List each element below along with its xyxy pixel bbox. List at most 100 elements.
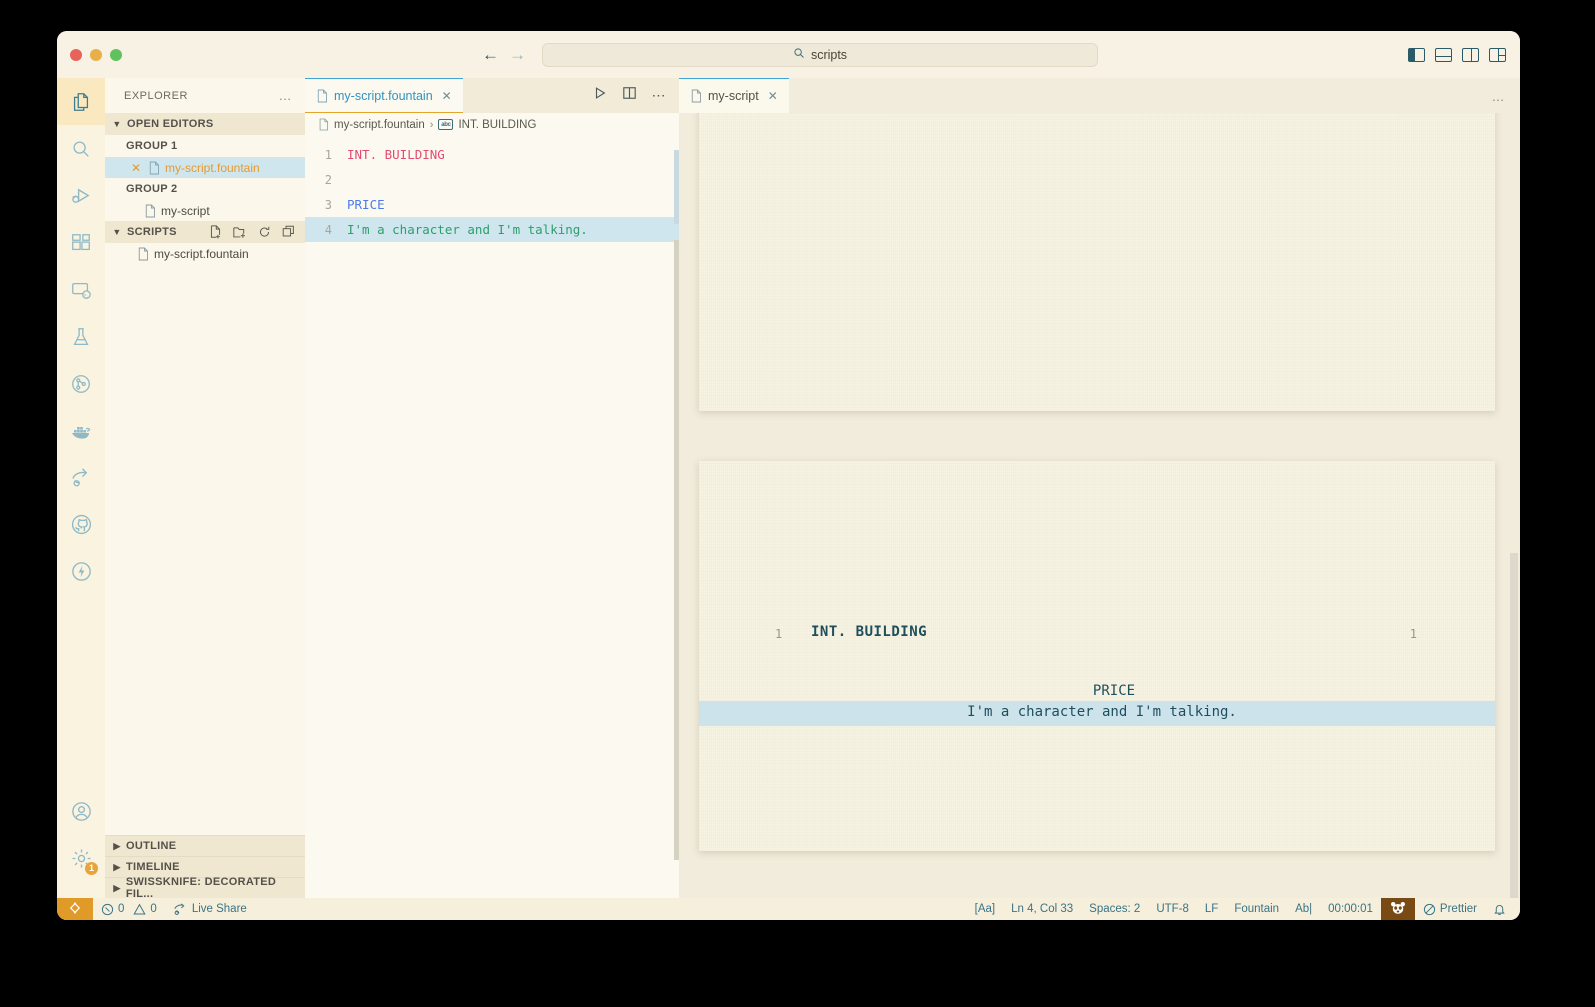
lightning-icon — [70, 560, 93, 583]
section-swissknife[interactable]: ▶ SWISSKNIFE: DECORATED FIL... — [105, 876, 305, 900]
tab-my-script-preview[interactable]: my-script ✕ — [679, 78, 789, 113]
status-notifications[interactable] — [1485, 898, 1514, 920]
chevron-right-icon: ▶ — [113, 861, 121, 872]
traffic-lights — [70, 48, 122, 61]
docker-icon — [69, 419, 93, 443]
preview-tabs: my-script ✕ … — [679, 78, 1520, 113]
status-screencast[interactable]: [Aa] — [967, 898, 1003, 920]
activity-search[interactable] — [57, 125, 105, 172]
section-swissknife-label: SWISSKNIFE: DECORATED FIL... — [125, 876, 277, 900]
editor-group-1: my-script.fountain ✕ ⋯ my-script.fountai… — [305, 78, 679, 898]
status-language-mode[interactable]: Fountain — [1226, 898, 1287, 920]
open-editor-my-script[interactable]: my-script — [105, 200, 305, 221]
refresh-icon[interactable] — [258, 225, 271, 239]
toggle-panel-icon[interactable] — [1435, 47, 1452, 62]
sidebar-more-actions-icon[interactable]: … — [279, 88, 294, 103]
status-prettier[interactable]: Prettier — [1415, 898, 1485, 920]
breadcrumb-symbol[interactable]: INT. BUILDING — [458, 119, 536, 131]
open-editor-label: my-script.fountain — [165, 160, 260, 175]
preview-more-actions-icon[interactable]: … — [1492, 89, 1507, 104]
status-eol[interactable]: LF — [1197, 898, 1226, 920]
maximize-window-button[interactable] — [110, 48, 122, 61]
script-page-current: 1 INT. BUILDING 1 PRICE I'm a character … — [699, 461, 1495, 851]
section-open-editors-label: OPEN EDITORS — [127, 118, 214, 130]
panda-icon — [1390, 901, 1406, 918]
status-indentation[interactable]: Spaces: 2 — [1081, 898, 1148, 920]
more-actions-icon[interactable]: ⋯ — [652, 87, 668, 104]
activity-bar: >_ 1 — [57, 78, 105, 898]
section-outline[interactable]: ▶ OUTLINE — [105, 835, 305, 856]
split-editor-icon[interactable] — [622, 86, 637, 105]
close-icon[interactable]: ✕ — [131, 161, 143, 175]
run-icon[interactable] — [593, 86, 607, 105]
section-scripts[interactable]: ▼ SCRIPTS — [105, 221, 305, 243]
circle-slash-icon — [1423, 903, 1436, 916]
activity-accounts[interactable] — [57, 788, 105, 835]
chevron-down-icon: ▼ — [112, 119, 122, 129]
activity-github[interactable] — [57, 501, 105, 548]
dialogue-line: I'm a character and I'm talking. — [967, 704, 1237, 720]
activity-thunder-client[interactable] — [57, 548, 105, 595]
tab-my-script-fountain[interactable]: my-script.fountain ✕ — [305, 78, 463, 113]
open-editor-my-script-fountain[interactable]: ✕ my-script.fountain — [105, 157, 305, 178]
status-live-share[interactable]: Live Share — [165, 898, 255, 920]
search-icon — [793, 47, 805, 62]
activity-settings[interactable]: 1 — [57, 835, 105, 882]
warning-count: 0 — [150, 903, 157, 915]
command-center-search[interactable]: scripts — [542, 42, 1098, 67]
minimize-window-button[interactable] — [90, 48, 102, 61]
status-timer[interactable]: 00:00:01 — [1320, 898, 1381, 920]
section-open-editors[interactable]: ▼ OPEN EDITORS — [105, 113, 305, 135]
activity-live-share[interactable] — [57, 454, 105, 501]
code-line: 3 PRICE — [305, 192, 679, 217]
file-icon — [137, 247, 149, 261]
status-word-wrap[interactable]: Ab| — [1287, 898, 1320, 920]
status-problems[interactable]: 0 0 — [93, 898, 165, 920]
file-icon — [316, 89, 328, 103]
back-arrow-icon[interactable]: ← — [482, 46, 499, 63]
close-window-button[interactable] — [70, 48, 82, 61]
file-icon — [690, 89, 702, 103]
editor-group-2-preview: my-script ✕ … 1 INT. BUILDING 1 PRICE I'… — [679, 78, 1520, 898]
line-number: 2 — [324, 172, 332, 187]
scripts-file-label: my-script.fountain — [154, 246, 249, 261]
activity-source-control-graph[interactable] — [57, 360, 105, 407]
close-icon[interactable]: ✕ — [768, 89, 778, 103]
close-icon[interactable]: ✕ — [442, 89, 452, 103]
extensions-icon — [70, 232, 92, 254]
vscode-window: ← → scripts >_ 1 EXPLORER … ▼ OPEN EDITO… — [57, 31, 1520, 920]
search-text: scripts — [810, 47, 848, 62]
toggle-primary-sidebar-icon[interactable] — [1408, 47, 1425, 62]
toggle-secondary-sidebar-icon[interactable] — [1462, 47, 1479, 62]
activity-docker[interactable] — [57, 407, 105, 454]
github-icon — [70, 513, 93, 536]
collapse-all-icon[interactable] — [282, 225, 295, 239]
scripts-file-my-script-fountain[interactable]: my-script.fountain — [105, 243, 305, 264]
remote-window-indicator[interactable] — [57, 898, 93, 920]
activity-extensions[interactable] — [57, 219, 105, 266]
status-panda-badge[interactable] — [1380, 898, 1415, 920]
status-encoding[interactable]: UTF-8 — [1148, 898, 1197, 920]
status-cursor-position[interactable]: Ln 4, Col 33 — [1003, 898, 1081, 920]
forward-arrow-icon[interactable]: → — [509, 46, 526, 63]
activity-testing[interactable] — [57, 313, 105, 360]
breadcrumb-file[interactable]: my-script.fountain — [334, 119, 425, 131]
new-file-icon[interactable] — [209, 225, 222, 239]
live-share-label: Live Share — [191, 903, 247, 915]
section-scripts-label: SCRIPTS — [127, 226, 177, 238]
activity-remote-explorer[interactable]: >_ — [57, 266, 105, 313]
customize-layout-icon[interactable] — [1489, 47, 1506, 62]
new-folder-icon[interactable] — [233, 225, 247, 239]
scene-number-left: 1 — [775, 627, 783, 641]
live-share-icon — [70, 466, 93, 489]
open-editors-group-1-label: GROUP 1 — [126, 140, 178, 152]
section-timeline-label: TIMELINE — [126, 861, 180, 873]
line-number: 4 — [324, 222, 332, 237]
section-timeline[interactable]: ▶ TIMELINE — [105, 856, 305, 877]
editor-group-1-actions: ⋯ — [593, 78, 680, 113]
screenplay-preview[interactable]: 1 INT. BUILDING 1 PRICE I'm a character … — [679, 113, 1520, 898]
activity-explorer[interactable] — [57, 78, 105, 125]
activity-run-and-debug[interactable] — [57, 172, 105, 219]
preview-scrollbar[interactable] — [1510, 553, 1518, 898]
code-editor[interactable]: 1 INT. BUILDING 2 3 PRICE 4 I'm a charac… — [305, 136, 679, 898]
